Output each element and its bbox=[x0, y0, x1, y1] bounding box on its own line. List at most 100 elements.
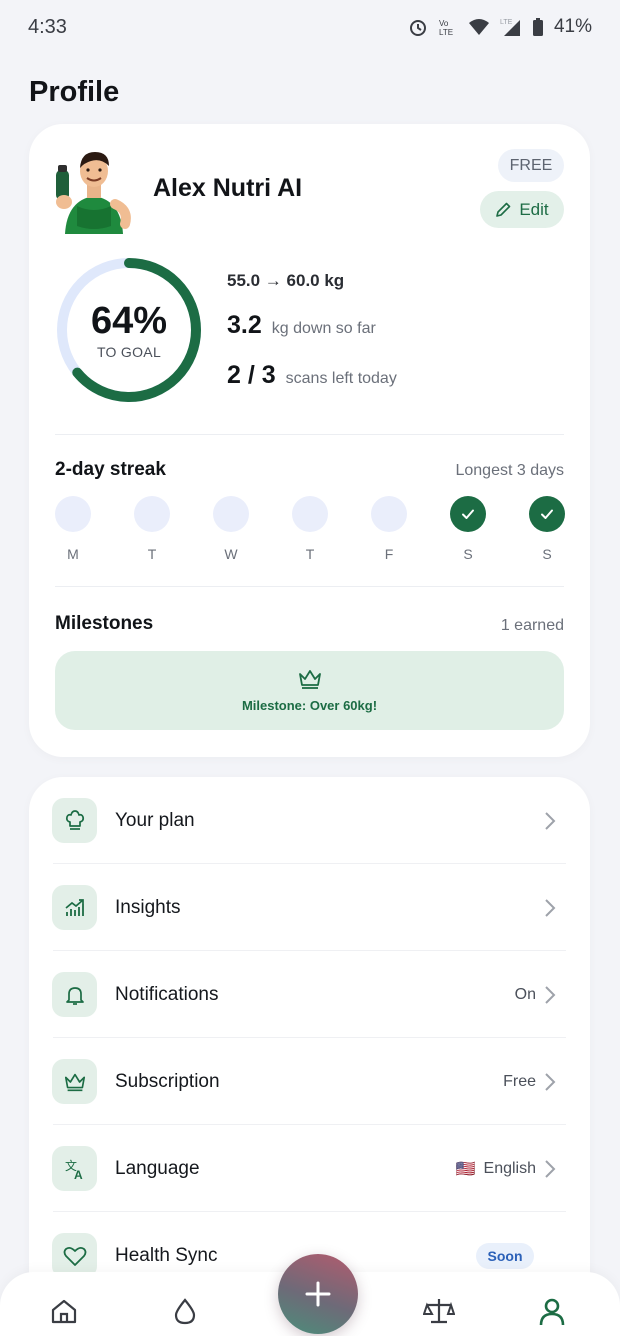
menu-right: Free bbox=[503, 1072, 556, 1092]
streak-day: W bbox=[213, 496, 249, 562]
weight-down-stat: 3.2 kg down so far bbox=[227, 311, 376, 340]
streak-day: F bbox=[371, 496, 407, 562]
day-label: S bbox=[542, 546, 552, 562]
streak-day: S bbox=[529, 496, 565, 562]
wifi-icon bbox=[468, 19, 489, 35]
signal-icon: LTE bbox=[500, 19, 520, 36]
user-name: Alex Nutri AI bbox=[153, 174, 303, 202]
day-circle bbox=[450, 496, 486, 532]
menu-item-notifications[interactable]: Notifications On bbox=[29, 951, 590, 1038]
menu-right: 🇺🇸 English bbox=[456, 1159, 556, 1179]
day-label: T bbox=[147, 546, 157, 562]
day-circle bbox=[55, 496, 91, 532]
profile-icon[interactable] bbox=[535, 1294, 569, 1328]
streak-longest: Longest 3 days bbox=[455, 462, 564, 479]
translate-icon: 文A bbox=[52, 1146, 97, 1191]
menu-label: Subscription bbox=[115, 1070, 220, 1092]
weight-range: 55.0 → 60.0 kg bbox=[227, 271, 345, 290]
day-label: S bbox=[463, 546, 473, 562]
chart-icon bbox=[52, 885, 97, 930]
streak-day: T bbox=[292, 496, 328, 562]
streak-day: M bbox=[55, 496, 91, 562]
menu-item-insights[interactable]: Insights bbox=[29, 864, 590, 951]
scans-left-label: scans left today bbox=[285, 370, 397, 387]
menu-right bbox=[544, 811, 556, 831]
day-label: W bbox=[224, 546, 238, 562]
water-drop-icon[interactable] bbox=[168, 1294, 202, 1328]
profile-card: Alex Nutri AI FREE Edit 64% TO GOAL 55.0… bbox=[29, 124, 590, 757]
goal-progress-center: 64% TO GOAL bbox=[53, 254, 205, 406]
chevron-right-icon bbox=[545, 1159, 556, 1178]
menu-value: On bbox=[514, 985, 536, 1003]
check-icon bbox=[462, 509, 474, 519]
soon-badge: Soon bbox=[476, 1242, 534, 1269]
streak-day: S bbox=[450, 496, 486, 562]
edit-profile-button[interactable]: Edit bbox=[480, 191, 564, 228]
menu-right: On bbox=[515, 985, 556, 1005]
menu-item-subscription[interactable]: Subscription Free bbox=[29, 1038, 590, 1125]
page-title: Profile bbox=[29, 76, 120, 108]
day-circle bbox=[134, 496, 170, 532]
svg-text:LTE: LTE bbox=[500, 19, 513, 26]
add-icon bbox=[305, 1281, 331, 1307]
goal-label: TO GOAL bbox=[96, 344, 162, 360]
chef-hat-icon bbox=[52, 798, 97, 843]
scans-left-stat: 2 / 3 scans left today bbox=[227, 361, 397, 390]
battery-percent: 41% bbox=[553, 16, 592, 37]
day-circle bbox=[292, 496, 328, 532]
day-circle bbox=[529, 496, 565, 532]
streak-day: T bbox=[134, 496, 170, 562]
day-label: M bbox=[67, 546, 79, 562]
chevron-right-icon bbox=[545, 898, 556, 917]
chevron-right-icon bbox=[545, 985, 556, 1004]
milestone-label: Milestone: Over 60kg! bbox=[241, 698, 378, 713]
goal-percent: 64% bbox=[90, 300, 168, 342]
menu-value: Free bbox=[503, 1072, 536, 1090]
plan-badge: FREE bbox=[498, 149, 564, 182]
crown-icon bbox=[52, 1059, 97, 1104]
menu-label: Language bbox=[115, 1157, 200, 1179]
menu-label: Health Sync bbox=[115, 1244, 218, 1266]
add-button[interactable] bbox=[278, 1254, 358, 1334]
divider bbox=[55, 586, 564, 587]
milestones-earned: 1 earned bbox=[500, 617, 564, 634]
menu-label: Notifications bbox=[115, 983, 219, 1005]
milestone-card[interactable]: Milestone: Over 60kg! bbox=[55, 651, 564, 730]
svg-text:Vo: Vo bbox=[439, 19, 449, 28]
streak-days: M T W T F S S bbox=[55, 496, 565, 566]
scans-left-value: 2 / 3 bbox=[227, 361, 276, 389]
language-flag: 🇺🇸 bbox=[455, 1160, 476, 1178]
scale-icon[interactable] bbox=[422, 1294, 456, 1328]
bell-icon bbox=[52, 972, 97, 1017]
chevron-right-icon bbox=[545, 1072, 556, 1091]
chevron-right-icon bbox=[545, 811, 556, 830]
volte-icon: VoLTE bbox=[439, 19, 453, 37]
battery-icon bbox=[532, 18, 543, 36]
menu-item-language[interactable]: 文A Language 🇺🇸 English bbox=[29, 1125, 590, 1212]
day-circle bbox=[371, 496, 407, 532]
check-icon bbox=[541, 509, 553, 519]
svg-text:LTE: LTE bbox=[439, 28, 453, 37]
divider bbox=[55, 434, 564, 435]
day-circle bbox=[213, 496, 249, 532]
crown-icon bbox=[298, 670, 321, 689]
svg-text:A: A bbox=[74, 1168, 83, 1181]
milestones-title: Milestones bbox=[55, 613, 154, 634]
menu-label: Insights bbox=[115, 896, 181, 918]
streak-title: 2-day streak bbox=[55, 459, 166, 480]
status-time: 4:33 bbox=[28, 15, 67, 38]
alarm-icon bbox=[409, 20, 426, 36]
weight-down-value: 3.2 bbox=[227, 311, 262, 339]
home-icon[interactable] bbox=[47, 1294, 81, 1328]
status-icons: Vo LTE LTE 41% bbox=[408, 16, 592, 38]
settings-menu: Your plan Insights Notifications On Subs… bbox=[29, 777, 590, 1336]
day-label: T bbox=[305, 546, 315, 562]
avatar[interactable] bbox=[51, 144, 137, 234]
menu-item-your-plan[interactable]: Your plan bbox=[29, 777, 590, 864]
edit-label: Edit bbox=[519, 199, 549, 219]
day-label: F bbox=[384, 546, 394, 562]
pencil-icon bbox=[496, 202, 511, 217]
menu-label: Your plan bbox=[115, 809, 195, 831]
weight-down-label: kg down so far bbox=[271, 320, 376, 337]
menu-right bbox=[544, 898, 556, 918]
